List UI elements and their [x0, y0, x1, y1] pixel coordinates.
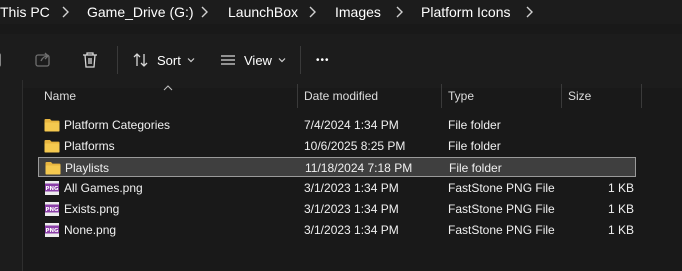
file-date-modified: 10/6/2025 8:25 PM — [304, 139, 406, 153]
column-header-size[interactable]: Size — [568, 84, 640, 108]
column-header-type[interactable]: Type — [448, 84, 560, 108]
file-size — [564, 136, 634, 156]
file-type: FastStone PNG File — [448, 223, 555, 237]
file-size: 1 KB — [607, 181, 634, 195]
file-row[interactable]: Playlists 11/18/2024 7:18 PM File folder — [38, 157, 636, 177]
chevron-right-icon[interactable] — [307, 3, 319, 21]
toolbar-divider — [117, 46, 118, 74]
address-breadcrumb: This PC Game_Drive (G:) LaunchBox Images… — [0, 0, 682, 24]
svg-text:PNG: PNG — [46, 186, 59, 192]
file-type: File folder — [449, 161, 502, 175]
column-header-date-modified[interactable]: Date modified — [304, 84, 440, 108]
chevron-down-icon — [278, 56, 286, 64]
column-divider[interactable] — [441, 84, 442, 108]
file-row[interactable]: Platform Categories 7/4/2024 1:34 PM File … — [38, 115, 636, 135]
svg-text:PNG: PNG — [46, 228, 59, 234]
file-date-modified: 3/1/2023 1:34 PM — [304, 202, 399, 216]
column-header-name[interactable]: Name — [44, 84, 296, 108]
paste-icon[interactable] — [0, 46, 6, 74]
folder-icon — [45, 161, 61, 175]
navigation-pane[interactable] — [0, 80, 23, 271]
breadcrumb-this-pc[interactable]: This PC — [0, 4, 50, 20]
file-type: FastStone PNG File — [448, 181, 555, 195]
breadcrumb-images[interactable]: Images — [335, 4, 381, 20]
file-row[interactable]: PNG All Games.png 3/1/2023 1:34 PM FastSton… — [38, 178, 636, 198]
view-button[interactable]: View — [220, 46, 286, 74]
sort-button[interactable]: Sort — [132, 46, 195, 74]
file-row[interactable]: PNG Exists.png 3/1/2023 1:34 PM FastStone P… — [38, 199, 636, 219]
column-divider[interactable] — [641, 84, 642, 108]
chevron-right-icon[interactable] — [199, 3, 211, 21]
png-file-icon: PNG — [44, 201, 60, 216]
file-size — [564, 115, 634, 135]
toolbar-divider — [300, 46, 301, 74]
view-lines-icon — [220, 53, 236, 67]
sort-label: Sort — [157, 52, 181, 68]
column-divider[interactable] — [297, 84, 298, 108]
file-size: 1 KB — [607, 202, 634, 216]
file-date-modified: 7/4/2024 1:34 PM — [304, 118, 399, 132]
sort-icon — [132, 51, 150, 69]
chevron-right-icon[interactable] — [394, 3, 406, 21]
view-label: View — [244, 52, 272, 68]
file-date-modified: 11/18/2024 7:18 PM — [305, 161, 413, 175]
file-row[interactable]: Platforms 10/6/2025 8:25 PM File folder — [38, 136, 636, 156]
file-row[interactable]: PNG None.png 3/1/2023 1:34 PM FastStone PNG… — [38, 220, 636, 240]
file-name: None.png — [64, 223, 117, 237]
file-size: 1 KB — [607, 223, 634, 237]
file-date-modified: 3/1/2023 1:34 PM — [304, 223, 399, 237]
file-size — [565, 158, 635, 178]
breadcrumb-platform-icons[interactable]: Platform Icons — [421, 4, 510, 20]
chevron-right-icon[interactable] — [60, 3, 72, 21]
file-type: FastStone PNG File — [448, 202, 555, 216]
breadcrumb-launchbox[interactable]: LaunchBox — [228, 4, 298, 20]
delete-icon[interactable] — [81, 46, 99, 74]
file-name: Playlists — [65, 161, 110, 175]
file-name: Exists.png — [64, 202, 120, 216]
file-name: Platforms — [64, 139, 115, 153]
folder-icon — [44, 118, 60, 132]
folder-icon — [44, 139, 60, 153]
breadcrumb-game-drive[interactable]: Game_Drive (G:) — [87, 4, 194, 20]
more-options-button[interactable]: ••• — [316, 46, 330, 74]
share-icon[interactable] — [34, 46, 52, 74]
file-name: Platform Categories — [64, 118, 171, 132]
svg-text:PNG: PNG — [46, 207, 59, 213]
file-name: All Games.png — [64, 181, 143, 195]
file-type: File folder — [448, 139, 501, 153]
png-file-icon: PNG — [44, 222, 60, 237]
file-type: File folder — [448, 118, 501, 132]
png-file-icon: PNG — [44, 180, 60, 195]
file-date-modified: 3/1/2023 1:34 PM — [304, 181, 399, 195]
chevron-down-icon — [187, 56, 195, 64]
command-bar — [0, 34, 682, 88]
column-divider[interactable] — [561, 84, 562, 108]
chevron-right-icon[interactable] — [524, 3, 536, 21]
